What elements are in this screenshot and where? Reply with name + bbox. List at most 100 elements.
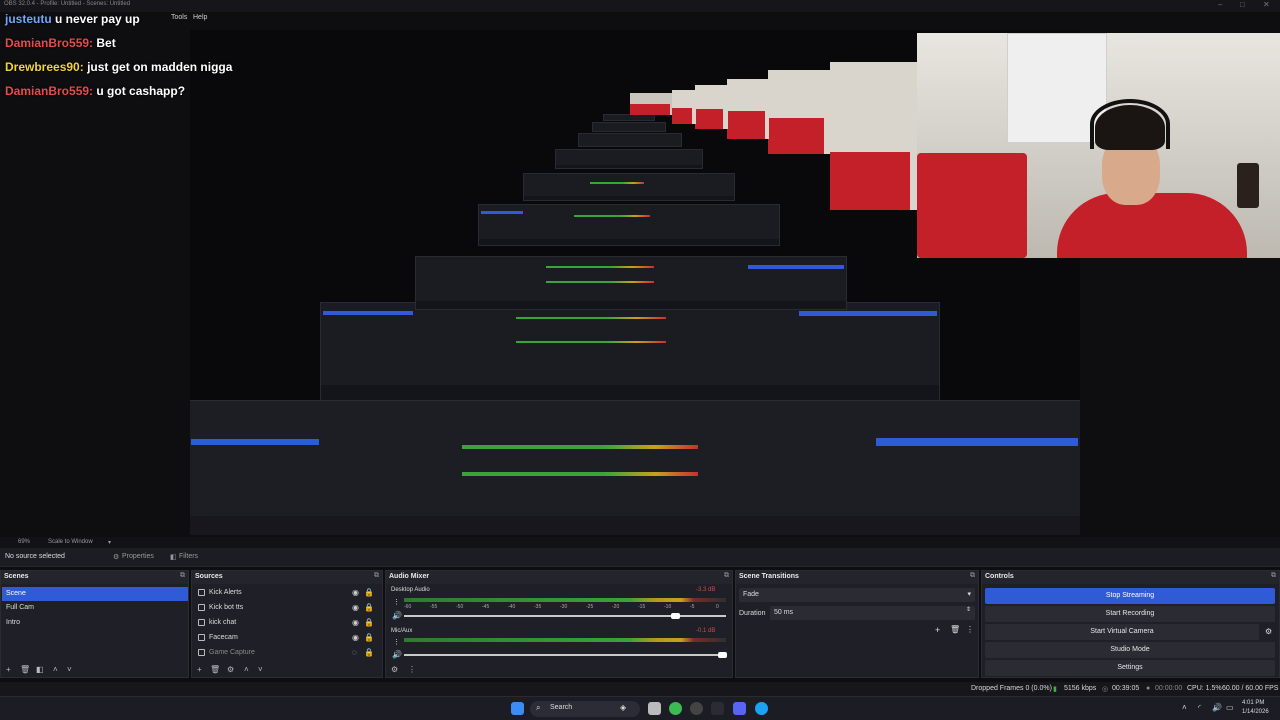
dropped-frames: Dropped Frames 0 (0.0%)	[971, 685, 1052, 692]
source-item[interactable]: Kick Alerts ◉ 🔒	[196, 586, 374, 601]
chevron-up-icon[interactable]: ˄	[1182, 703, 1187, 712]
add-icon[interactable]: +	[197, 665, 202, 674]
wifi-icon[interactable]: ◜	[1198, 703, 1201, 712]
speaker-icon[interactable]: 🔊	[392, 611, 402, 620]
channel-name: Mic/Aux	[391, 628, 413, 634]
chevron-up-icon[interactable]: ˄	[244, 665, 249, 674]
properties-button[interactable]: Properties	[122, 553, 154, 560]
start-recording-button[interactable]: Start Recording	[985, 606, 1275, 622]
eye-icon[interactable]: ◉	[352, 588, 359, 597]
chat-message: justeutu u never pay up	[5, 12, 140, 26]
clock-time[interactable]: 4:01 PM	[1242, 700, 1264, 706]
menu-bar: Tools Help	[0, 12, 1280, 26]
chevron-down-icon[interactable]: ▾	[108, 539, 111, 546]
settings-button[interactable]: Settings	[985, 660, 1275, 676]
duration-field[interactable]: 50 ms ⇕	[770, 606, 975, 620]
gear-icon[interactable]: ⚙	[391, 665, 398, 674]
edge-icon[interactable]	[755, 702, 768, 715]
properties-bar: No source selected ⚙ Properties ◧ Filter…	[0, 548, 1280, 567]
kebab-menu-icon[interactable]: ⋮	[393, 638, 400, 646]
chevron-down-icon[interactable]: ˅	[258, 665, 263, 674]
add-icon[interactable]: +	[935, 625, 940, 635]
channel-db: -0.1 dB	[696, 628, 716, 634]
source-label: Game Capture	[209, 649, 255, 656]
nested-webcam	[630, 93, 672, 115]
chat-message: DamianBro559: Bet	[5, 36, 116, 50]
eye-icon[interactable]: ◉	[352, 618, 359, 627]
undock-icon[interactable]: ⧉	[374, 572, 379, 580]
source-item[interactable]: Kick bot tts ◉ 🔒	[196, 601, 374, 616]
battery-icon[interactable]: ▭	[1226, 703, 1234, 712]
volume-slider[interactable]	[404, 654, 726, 656]
source-item[interactable]: Game Capture ◌ 🔒	[196, 646, 374, 661]
trash-icon[interactable]: 🗑	[210, 665, 220, 674]
speaker-icon[interactable]: 🔊	[392, 650, 402, 659]
lock-icon[interactable]: 🔒	[364, 603, 374, 612]
maximize-icon[interactable]: □	[1240, 0, 1245, 9]
volume-slider-handle[interactable]	[718, 652, 727, 658]
start-virtual-camera-button[interactable]: Start Virtual Camera	[985, 624, 1259, 640]
channel-name: Desktop Audio	[391, 587, 430, 593]
nested-obs-window	[320, 302, 940, 402]
chat-username: DamianBro559:	[5, 84, 94, 98]
lock-icon[interactable]: 🔒	[364, 648, 374, 657]
minimize-icon[interactable]: –	[1218, 0, 1222, 9]
nested-obs-window	[578, 133, 682, 147]
studio-mode-button[interactable]: Studio Mode	[985, 642, 1275, 658]
taskbar: ⌕ Search ◈ ˄ ◜ 🔊 ▭ 4:01 PM 1/14/2026	[0, 696, 1280, 720]
chevron-up-icon[interactable]: ˄	[53, 665, 58, 674]
volume-meter	[404, 638, 726, 642]
windows-start-icon[interactable]	[511, 702, 524, 715]
transition-select[interactable]: Fade ▾	[739, 588, 975, 602]
kebab-menu-icon[interactable]: ⋮	[966, 625, 974, 634]
search-icon: ⌕	[536, 703, 541, 712]
add-icon[interactable]: +	[6, 665, 11, 674]
source-type-icon	[198, 619, 205, 626]
discord-icon[interactable]	[733, 702, 746, 715]
source-item[interactable]: kick chat ◉ 🔒	[196, 616, 374, 631]
chrome-icon[interactable]	[669, 702, 682, 715]
eye-icon[interactable]: ◉	[352, 603, 359, 612]
gear-icon[interactable]: ⚙	[1265, 627, 1272, 636]
volume-slider-handle[interactable]	[671, 613, 680, 619]
lock-icon[interactable]: 🔒	[364, 618, 374, 627]
clock-date[interactable]: 1/14/2026	[1242, 709, 1269, 715]
chevron-down-icon[interactable]: ˅	[67, 665, 72, 674]
taskbar-search[interactable]: ⌕ Search ◈	[530, 701, 640, 717]
kebab-menu-icon[interactable]: ⋮	[393, 598, 400, 606]
stop-streaming-button[interactable]: Stop Streaming	[985, 588, 1275, 604]
zoom-mode-select[interactable]: Scale to Window	[48, 539, 93, 545]
undock-icon[interactable]: ⧉	[970, 572, 975, 580]
scene-item[interactable]: Scene	[2, 587, 188, 601]
lock-icon[interactable]: 🔒	[364, 588, 374, 597]
source-label: Kick Alerts	[209, 589, 242, 596]
undock-icon[interactable]: ⧉	[1271, 572, 1276, 580]
scenes-title: Scenes	[4, 573, 29, 580]
lock-icon[interactable]: 🔒	[364, 633, 374, 642]
search-label: Search	[550, 704, 573, 711]
stepper-icon[interactable]: ⇕	[966, 606, 971, 613]
eye-slash-icon[interactable]: ◌	[352, 648, 357, 657]
trash-icon[interactable]: 🗑	[950, 625, 960, 634]
task-view-icon[interactable]	[648, 702, 661, 715]
nested-obs-window	[603, 114, 655, 121]
source-label: Kick bot tts	[209, 604, 244, 611]
eye-icon[interactable]: ◉	[352, 633, 359, 642]
undock-icon[interactable]: ⧉	[180, 572, 185, 580]
trash-icon[interactable]: 🗑	[20, 665, 30, 674]
menu-help[interactable]: Help	[193, 14, 207, 21]
source-item[interactable]: Facecam ◉ 🔒	[196, 631, 374, 646]
filter-icon[interactable]: ◧	[36, 665, 44, 674]
kebab-menu-icon[interactable]: ⋮	[408, 665, 416, 674]
scene-item[interactable]: Intro	[2, 616, 188, 630]
filters-button[interactable]: Filters	[179, 553, 198, 560]
close-icon[interactable]: ✕	[1263, 0, 1270, 9]
scene-item[interactable]: Full Cam	[2, 601, 188, 615]
menu-tools[interactable]: Tools	[171, 14, 187, 21]
undock-icon[interactable]: ⧉	[724, 572, 729, 580]
source-type-icon	[198, 604, 205, 611]
gear-icon[interactable]: ⚙	[227, 665, 234, 674]
obs-icon[interactable]	[690, 702, 703, 715]
volume-icon[interactable]: 🔊	[1212, 703, 1222, 712]
app-icon[interactable]	[711, 702, 724, 715]
